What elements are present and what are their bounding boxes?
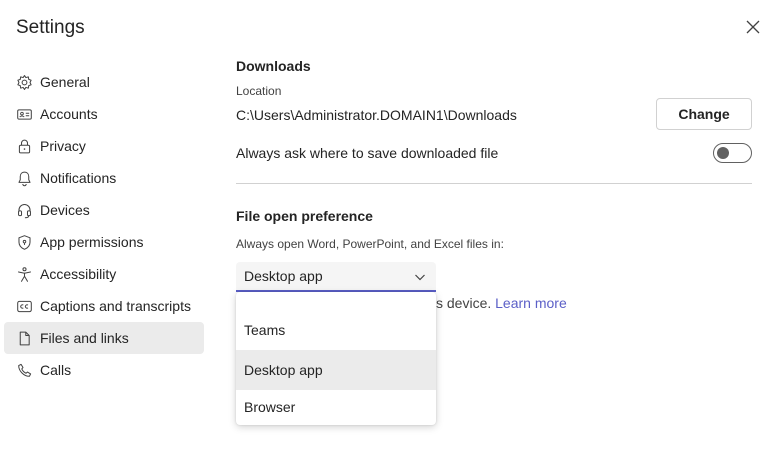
sidebar-item-label: App permissions xyxy=(40,234,144,250)
sidebar-item-accessibility[interactable]: Accessibility xyxy=(4,258,204,290)
settings-sidebar: General Accounts Privacy Notifications D… xyxy=(4,66,204,386)
sidebar-item-label: Accounts xyxy=(40,106,98,122)
sidebar-item-label: Accessibility xyxy=(40,266,117,282)
sidebar-item-label: Captions and transcripts xyxy=(40,298,191,314)
helper-text-fragment: s device. xyxy=(436,295,492,311)
sidebar-item-label: Calls xyxy=(40,362,72,378)
option-teams[interactable]: Teams xyxy=(236,310,436,350)
ask-save-label: Always ask where to save downloaded file xyxy=(236,145,499,161)
sidebar-item-app-permissions[interactable]: App permissions xyxy=(4,226,204,258)
section-divider xyxy=(236,183,752,184)
selected-value: Desktop app xyxy=(244,268,323,284)
file-open-select[interactable]: Desktop app xyxy=(236,262,436,292)
file-open-dropdown: Teams Desktop app Browser xyxy=(236,292,436,425)
close-button[interactable] xyxy=(740,14,766,40)
id-card-icon xyxy=(15,105,33,123)
shield-icon xyxy=(15,233,33,251)
learn-more-link[interactable]: Learn more xyxy=(495,295,567,311)
close-icon xyxy=(746,20,760,34)
sidebar-item-label: Privacy xyxy=(40,138,86,154)
chevron-down-icon xyxy=(415,274,425,281)
file-open-heading: File open preference xyxy=(236,208,373,224)
option-desktop-app[interactable]: Desktop app xyxy=(236,350,436,390)
download-path: C:\Users\Administrator.DOMAIN1\Downloads xyxy=(236,107,517,123)
ask-save-toggle[interactable] xyxy=(713,143,752,163)
sidebar-item-label: Files and links xyxy=(40,330,129,346)
option-browser[interactable]: Browser xyxy=(236,390,436,424)
helper-text: s device. Learn more xyxy=(436,295,567,311)
sidebar-item-captions[interactable]: Captions and transcripts xyxy=(4,290,204,322)
sidebar-item-label: Notifications xyxy=(40,170,117,186)
headset-icon xyxy=(15,201,33,219)
bell-icon xyxy=(15,169,33,187)
sidebar-item-label: General xyxy=(40,74,90,90)
toggle-knob xyxy=(717,147,729,159)
gear-icon xyxy=(15,73,33,91)
location-label: Location xyxy=(236,84,282,98)
sidebar-item-general[interactable]: General xyxy=(4,66,204,98)
closed-captions-icon xyxy=(15,297,33,315)
sidebar-item-label: Devices xyxy=(40,202,90,218)
sidebar-item-privacy[interactable]: Privacy xyxy=(4,130,204,162)
document-icon xyxy=(15,329,33,347)
settings-title: Settings xyxy=(16,17,85,38)
sidebar-item-accounts[interactable]: Accounts xyxy=(4,98,204,130)
sidebar-item-devices[interactable]: Devices xyxy=(4,194,204,226)
lock-icon xyxy=(15,137,33,155)
sidebar-item-notifications[interactable]: Notifications xyxy=(4,162,204,194)
file-open-description: Always open Word, PowerPoint, and Excel … xyxy=(236,237,504,251)
change-location-button[interactable]: Change xyxy=(656,98,752,130)
sidebar-item-files-and-links[interactable]: Files and links xyxy=(4,322,204,354)
sidebar-item-calls[interactable]: Calls xyxy=(4,354,204,386)
downloads-heading: Downloads xyxy=(236,58,311,74)
accessibility-icon xyxy=(15,265,33,283)
phone-icon xyxy=(15,361,33,379)
